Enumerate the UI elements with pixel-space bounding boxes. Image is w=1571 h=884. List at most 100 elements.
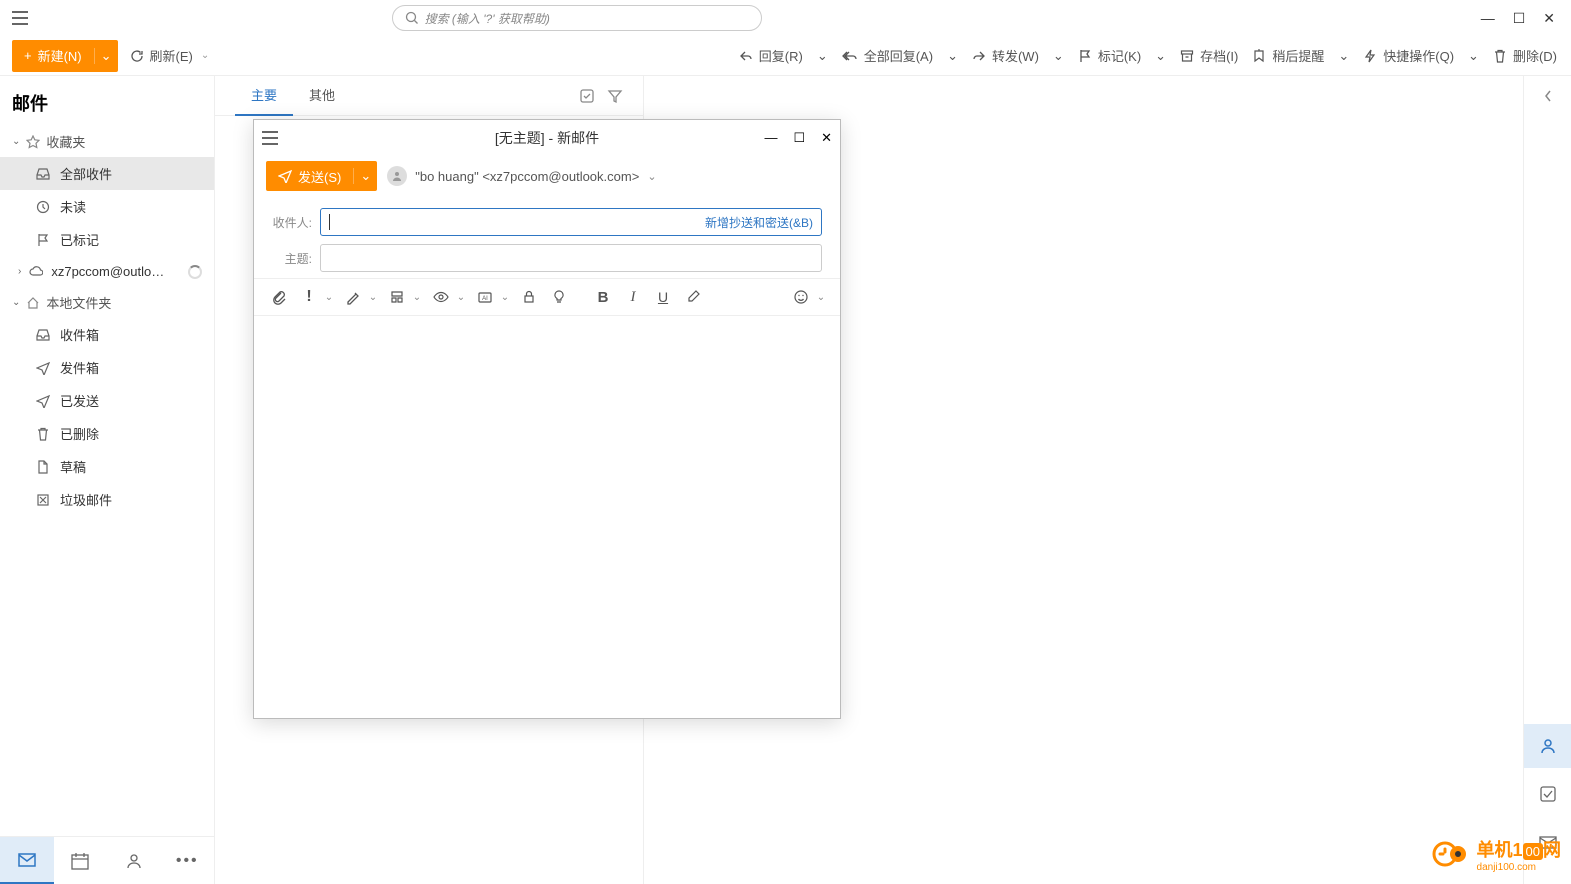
italic-button[interactable]: I [620, 284, 646, 310]
reply-dropdown[interactable]: ⌄ [815, 44, 830, 68]
signature-button[interactable] [340, 284, 366, 310]
send-button[interactable]: 发送(S) ⌄ [266, 161, 377, 191]
priority-button[interactable]: ! [296, 284, 322, 310]
send-icon [278, 169, 292, 183]
signature-dropdown[interactable]: ⌄ [366, 284, 380, 310]
more-format-dropdown[interactable]: ⌄ [814, 284, 828, 310]
text-cursor [329, 214, 330, 230]
forward-button[interactable]: 转发(W) [970, 42, 1041, 69]
attach-button[interactable] [266, 284, 292, 310]
sidebar-item-unread[interactable]: 未读 [0, 190, 214, 223]
inbox-icon [36, 328, 50, 342]
sidebar-item-all-inbox[interactable]: 全部收件 [0, 157, 214, 190]
emoji-icon [793, 289, 809, 305]
new-mail-dropdown[interactable]: ⌄ [94, 48, 118, 64]
reply-all-dropdown[interactable]: ⌄ [945, 44, 960, 68]
sidebar-item-sent[interactable]: 已发送 [0, 384, 214, 417]
compose-body[interactable] [254, 316, 840, 718]
sidebar-item-spam[interactable]: 垃圾邮件 [0, 483, 214, 516]
template-dropdown[interactable]: ⌄ [410, 284, 424, 310]
attach-icon [271, 289, 287, 305]
ai-dropdown[interactable]: ⌄ [498, 284, 512, 310]
ai-button[interactable]: AI [472, 284, 498, 310]
pen-icon [345, 289, 361, 305]
watermark-logo-icon [1431, 834, 1471, 874]
bold-button[interactable]: B [590, 284, 616, 310]
new-mail-button[interactable]: +新建(N) ⌄ [12, 40, 118, 72]
compose-title: [无主题] - 新邮件 [254, 128, 840, 148]
reply-button[interactable]: 回复(R) [737, 42, 805, 69]
compose-close[interactable]: ✕ [821, 130, 832, 146]
underline-button[interactable]: U [650, 284, 676, 310]
trash-icon [36, 427, 50, 441]
chevron-left-icon [1543, 88, 1553, 104]
compose-hamburger[interactable] [262, 131, 286, 145]
window-maximize[interactable]: ☐ [1513, 10, 1526, 27]
favorites-header[interactable]: ⌄ 收藏夹 [0, 126, 214, 157]
loading-spinner-icon [188, 265, 202, 279]
italic-icon: I [631, 289, 636, 306]
nav-mail[interactable] [0, 837, 54, 884]
sidebar-item-deleted[interactable]: 已删除 [0, 417, 214, 450]
trash-icon [1493, 49, 1507, 63]
subject-input[interactable] [320, 244, 822, 272]
remind-dropdown[interactable]: ⌄ [1336, 44, 1351, 68]
rail-contacts[interactable] [1524, 724, 1571, 768]
tab-main[interactable]: 主要 [235, 76, 293, 116]
send-dropdown[interactable]: ⌄ [353, 168, 377, 184]
window-minimize[interactable]: — [1481, 10, 1495, 27]
select-all-icon[interactable] [579, 88, 595, 104]
sidebar-item-drafts[interactable]: 草稿 [0, 450, 214, 483]
from-selector[interactable]: "bo huang" <xz7pccom@outlook.com> ⌄ [387, 166, 656, 186]
forward-dropdown[interactable]: ⌄ [1051, 44, 1066, 68]
window-close[interactable]: ✕ [1543, 10, 1555, 27]
visibility-dropdown[interactable]: ⌄ [454, 284, 468, 310]
reply-all-icon [842, 49, 858, 63]
to-input[interactable]: 新增抄送和密送(&B) [320, 208, 822, 236]
lock-icon [521, 289, 537, 305]
template-button[interactable] [384, 284, 410, 310]
add-cc-bcc-link[interactable]: 新增抄送和密送(&B) [705, 214, 813, 231]
folder-sidebar: 邮件 ⌄ 收藏夹 全部收件 未读 已标记 › xz7pccom@outlook.… [0, 76, 215, 884]
priority-dropdown[interactable]: ⌄ [322, 284, 336, 310]
local-folders-header[interactable]: ⌄ 本地文件夹 [0, 287, 214, 318]
sidebar-item-inbox[interactable]: 收件箱 [0, 318, 214, 351]
chevron-down-icon: ⌄ [12, 297, 20, 308]
brush-icon [685, 289, 701, 305]
todo-icon [1538, 784, 1558, 804]
compose-minimize[interactable]: — [764, 130, 777, 146]
refresh-button[interactable]: 刷新(E)⌄ [128, 42, 212, 69]
hamburger-menu[interactable] [8, 6, 32, 30]
home-icon [26, 296, 40, 310]
tip-button[interactable] [546, 284, 572, 310]
nav-contacts[interactable] [107, 837, 161, 884]
encrypt-button[interactable] [516, 284, 542, 310]
archive-button[interactable]: 存档(I) [1178, 42, 1240, 69]
underline-icon: U [658, 289, 668, 305]
sidebar-item-flagged[interactable]: 已标记 [0, 223, 214, 256]
search-input[interactable]: 搜索 (输入 '?' 获取帮助) [392, 5, 762, 31]
emoji-button[interactable] [788, 284, 814, 310]
calendar-icon [70, 851, 90, 871]
quick-action-button[interactable]: 快捷操作(Q) [1361, 42, 1456, 69]
mark-dropdown[interactable]: ⌄ [1153, 44, 1168, 68]
filter-icon[interactable] [607, 88, 623, 104]
quick-action-dropdown[interactable]: ⌄ [1466, 44, 1481, 68]
cloud-icon [29, 265, 43, 279]
bold-icon: B [598, 289, 609, 306]
delete-button[interactable]: 删除(D) [1491, 42, 1559, 69]
compose-maximize[interactable]: ☐ [793, 130, 805, 146]
inbox-icon [36, 167, 50, 181]
reply-all-button[interactable]: 全部回复(A) [840, 42, 935, 69]
tab-other[interactable]: 其他 [293, 76, 351, 116]
remind-button[interactable]: 稍后提醒 [1250, 42, 1326, 69]
nav-calendar[interactable] [54, 837, 108, 884]
mark-button[interactable]: 标记(K) [1076, 42, 1143, 69]
sidebar-item-outbox[interactable]: 发件箱 [0, 351, 214, 384]
account-header[interactable]: › xz7pccom@outlook.c... [0, 256, 214, 287]
visibility-button[interactable] [428, 284, 454, 310]
rail-todo[interactable] [1524, 772, 1571, 816]
collapse-rail-button[interactable] [1524, 76, 1571, 116]
format-painter-button[interactable] [680, 284, 706, 310]
nav-more[interactable]: ••• [161, 837, 215, 884]
